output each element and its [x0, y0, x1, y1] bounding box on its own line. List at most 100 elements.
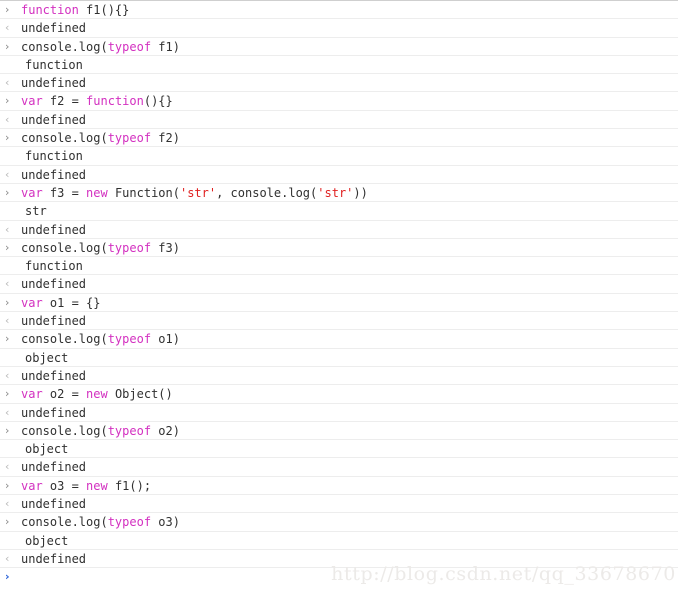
- code-token-pln: )): [353, 185, 368, 200]
- input-arrow-icon: ›: [5, 185, 10, 199]
- console-result-row[interactable]: ‹ undefined: [0, 19, 678, 38]
- code-token-pln: o2 =: [42, 387, 87, 402]
- code-token-pln: console.log(: [21, 240, 108, 255]
- console-row-text: function: [25, 58, 83, 72]
- code-token-res: undefined: [21, 76, 87, 91]
- code-token-res: undefined: [21, 368, 87, 383]
- console-log-output-row[interactable]: function: [0, 257, 678, 276]
- code-token-kw: var: [21, 478, 43, 493]
- input-arrow-icon: ›: [5, 94, 10, 108]
- console-row-text: function: [25, 149, 83, 163]
- console-input-row[interactable]: › console.log(typeof f1): [0, 38, 678, 56]
- output-arrow-icon: ‹: [5, 497, 10, 511]
- console-row-text: var f2 = function(){}: [21, 94, 173, 108]
- console-result-row[interactable]: ‹ undefined: [0, 458, 678, 477]
- code-token-pln: console.log(: [21, 515, 108, 530]
- console-result-row[interactable]: ‹ undefined: [0, 312, 678, 331]
- code-token-str: 'str': [179, 185, 217, 200]
- output-arrow-icon: ‹: [5, 368, 10, 382]
- input-arrow-icon: ›: [5, 478, 10, 492]
- code-token-pln: Object(): [107, 387, 173, 402]
- code-token-pln: console.log(: [21, 332, 108, 347]
- output-arrow-icon: ‹: [5, 21, 10, 35]
- console-row-text: undefined: [21, 552, 86, 566]
- console-input-row[interactable]: › console.log(typeof o1): [0, 330, 678, 349]
- code-token-pln: f1): [151, 39, 180, 54]
- code-token-pln: Function(: [107, 185, 180, 200]
- console-result-row[interactable]: ‹ undefined: [0, 275, 678, 294]
- console-result-row[interactable]: ‹ undefined: [0, 166, 678, 184]
- code-token-pln: f3): [151, 240, 180, 255]
- code-token-kw: var: [21, 185, 43, 200]
- code-token-kw: var: [21, 94, 43, 109]
- code-token-pln: o3 =: [42, 478, 87, 493]
- console-log-output-row[interactable]: str: [0, 202, 678, 221]
- console-input-row[interactable]: › console.log(typeof o2): [0, 422, 678, 441]
- input-arrow-icon: ›: [5, 39, 10, 53]
- console-log-output-row[interactable]: function: [0, 56, 678, 75]
- code-token-pln: f1();: [107, 478, 152, 493]
- output-arrow-icon: ‹: [5, 405, 10, 419]
- console-row-text: undefined: [21, 497, 86, 511]
- console-input-row[interactable]: › var f2 = function(){}: [0, 92, 678, 111]
- code-token-pln: , console.log(: [216, 185, 318, 200]
- console-result-row[interactable]: ‹ undefined: [0, 367, 678, 386]
- console-log-output-row[interactable]: object: [0, 440, 678, 459]
- output-arrow-icon: ‹: [5, 460, 10, 474]
- console-row-text: var o2 = new Object(): [21, 387, 173, 401]
- output-arrow-icon: ‹: [5, 112, 10, 126]
- code-token-kw: new: [86, 478, 108, 493]
- console-row-text: undefined: [21, 113, 86, 127]
- code-token-pln: (){}: [143, 94, 173, 109]
- console-input-row[interactable]: › var o3 = new f1();: [0, 477, 678, 496]
- console-result-row[interactable]: ‹ undefined: [0, 404, 678, 422]
- console-result-row[interactable]: ‹ undefined: [0, 550, 678, 569]
- console-row-text: object: [25, 351, 68, 365]
- code-token-kw: typeof: [107, 423, 152, 438]
- code-token-pln: console.log(: [21, 39, 108, 54]
- console-input-row[interactable]: › var f3 = new Function('str', console.lo…: [0, 184, 678, 203]
- code-token-pln: object: [25, 350, 69, 365]
- console-input-row[interactable]: › console.log(typeof o3): [0, 513, 678, 532]
- console-row-text: undefined: [21, 314, 86, 328]
- console-input-row[interactable]: › var o2 = new Object(): [0, 385, 678, 404]
- input-arrow-icon: ›: [5, 3, 10, 16]
- code-token-kw: var: [21, 387, 43, 402]
- console-result-row[interactable]: ‹ undefined: [0, 495, 678, 514]
- devtools-console-panel[interactable]: › function f1(){} ‹ undefined › console.log(t…: [0, 0, 678, 607]
- code-token-res: undefined: [21, 167, 87, 182]
- console-row-text: undefined: [21, 277, 86, 291]
- console-row-text: undefined: [21, 406, 86, 420]
- console-log-output-row[interactable]: object: [0, 532, 678, 550]
- output-arrow-icon: ‹: [5, 76, 10, 90]
- code-token-pln: o3): [151, 515, 180, 530]
- console-active-prompt-row[interactable]: ›: [0, 568, 678, 588]
- console-row-text: object: [25, 534, 68, 548]
- code-token-kw: function: [21, 3, 79, 17]
- code-token-kw: new: [86, 185, 108, 200]
- console-input-row[interactable]: › console.log(typeof f2): [0, 129, 678, 148]
- output-arrow-icon: ‹: [5, 314, 10, 328]
- input-arrow-icon: ›: [5, 240, 10, 254]
- console-log-output-row[interactable]: object: [0, 349, 678, 367]
- console-result-row[interactable]: ‹ undefined: [0, 111, 678, 130]
- code-token-res: undefined: [21, 497, 87, 512]
- code-token-res: undefined: [21, 21, 87, 36]
- console-result-row[interactable]: ‹ undefined: [0, 74, 678, 93]
- console-row-text: var o3 = new f1();: [21, 479, 151, 493]
- code-token-str: 'str': [317, 185, 354, 200]
- console-row-text: console.log(typeof f3): [21, 241, 180, 255]
- console-row-text: undefined: [21, 168, 86, 182]
- console-row-text: console.log(typeof o2): [21, 424, 180, 438]
- code-token-pln: object: [25, 442, 69, 457]
- prompt-caret-icon: ›: [5, 570, 10, 584]
- console-input-row[interactable]: › console.log(typeof f3): [0, 239, 678, 258]
- code-token-pln: object: [25, 533, 69, 548]
- code-token-pln: o1 = {}: [42, 295, 101, 310]
- console-result-row[interactable]: ‹ undefined: [0, 221, 678, 239]
- console-input-row[interactable]: › function f1(){}: [0, 1, 678, 20]
- code-token-pln: str: [25, 204, 47, 219]
- code-token-kw: typeof: [107, 39, 152, 54]
- console-input-row[interactable]: › var o1 = {}: [0, 294, 678, 313]
- console-log-output-row[interactable]: function: [0, 147, 678, 166]
